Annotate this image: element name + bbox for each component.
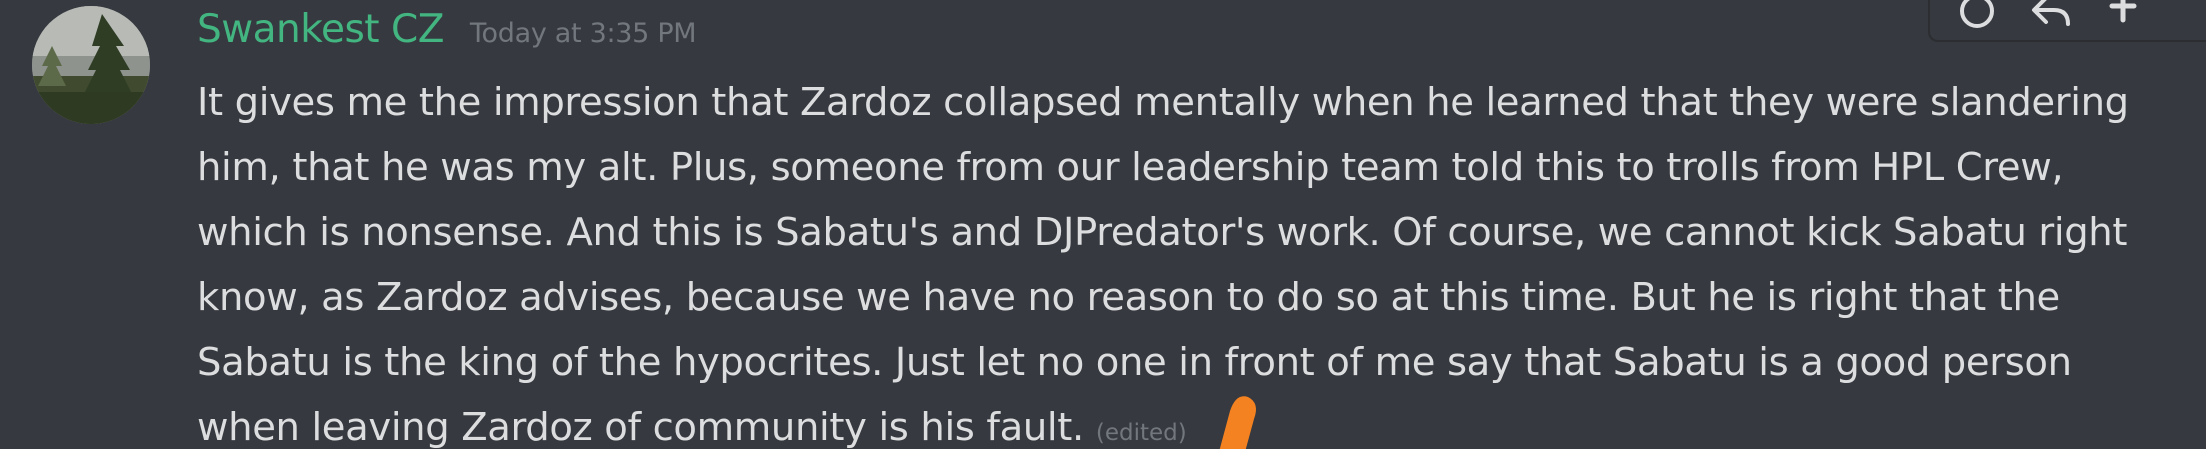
chat-message: Swankest CZ Today at 3:35 PM It gives me… (0, 0, 2206, 449)
message-header: Swankest CZ Today at 3:35 PM (197, 0, 697, 60)
more-icon[interactable] (2102, 0, 2144, 32)
message-line: which is nonsense. And this is Sabatu's … (197, 210, 2128, 255)
edited-label: (edited) (1095, 420, 1187, 446)
avatar[interactable] (32, 6, 150, 124)
add-reaction-icon[interactable] (1956, 0, 1998, 32)
username[interactable]: Swankest CZ (197, 0, 444, 60)
message-toolbar (1928, 0, 2206, 42)
touch-marker-icon (1219, 396, 1256, 449)
message-line: him, that he was my alt. Plus, someone f… (197, 145, 2064, 190)
reply-icon[interactable] (2030, 0, 2072, 32)
timestamp[interactable]: Today at 3:35 PM (470, 4, 697, 64)
message-line: know, as Zardoz advises, because we have… (197, 275, 2060, 320)
avatar-image (32, 6, 150, 124)
message-line: It gives me the impression that Zardoz c… (197, 80, 2129, 125)
message-line-text: when leaving Zardoz of community is his … (197, 405, 1084, 449)
